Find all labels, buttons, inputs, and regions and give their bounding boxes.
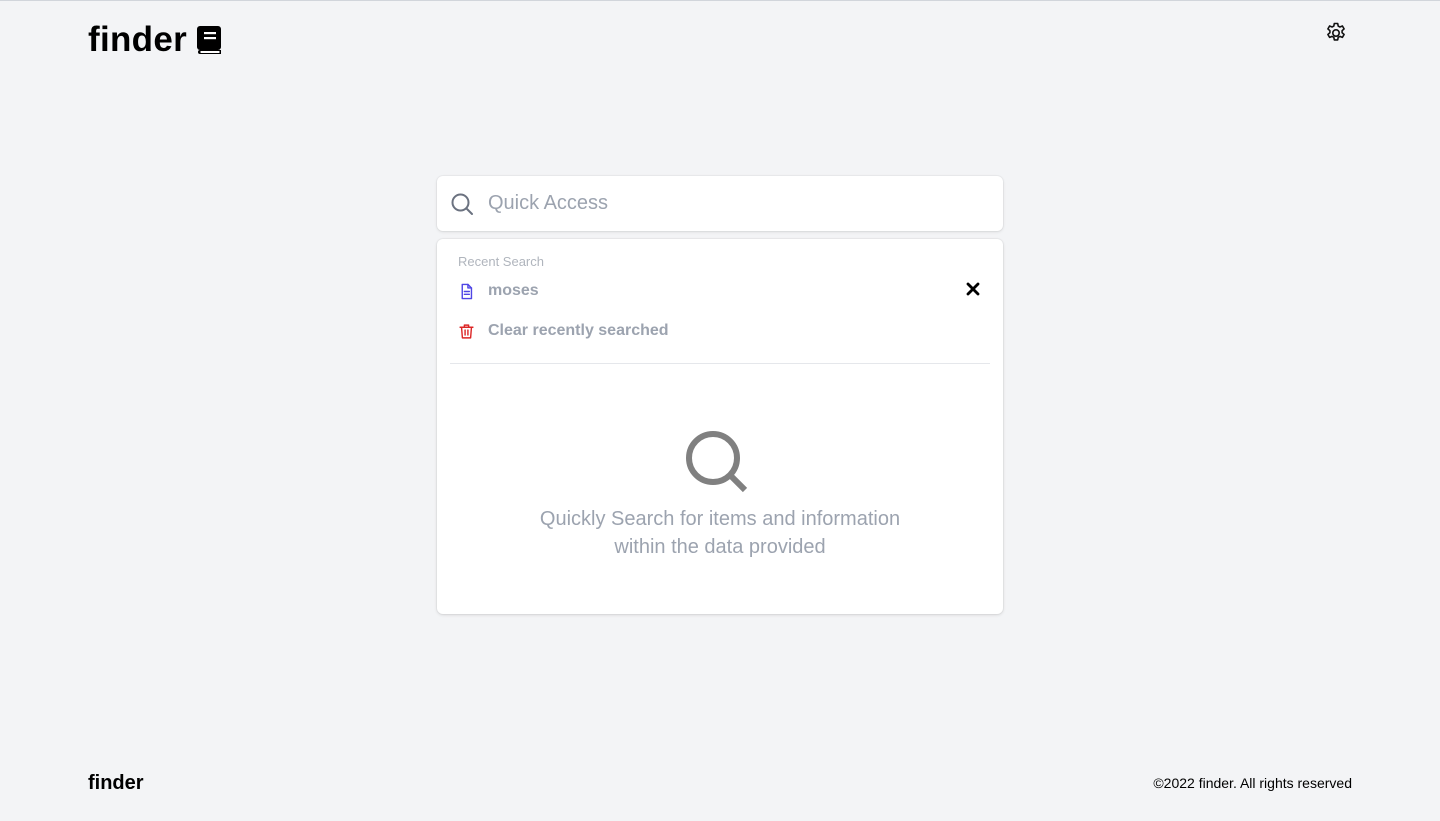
- trash-icon: [458, 323, 475, 340]
- remove-recent-button[interactable]: [964, 282, 982, 300]
- quick-access-search[interactable]: [437, 176, 1003, 231]
- settings-button[interactable]: [1324, 21, 1348, 50]
- empty-state-line-2: within the data provided: [614, 536, 826, 558]
- book-icon: [195, 24, 223, 56]
- page-footer: finder ©2022 finder. All rights reserved: [88, 769, 1352, 797]
- top-header: finder: [88, 15, 1352, 63]
- empty-state-message: Quickly Search for items and information…: [437, 505, 1003, 561]
- recent-search-label: moses: [488, 282, 539, 299]
- search-icon: [450, 192, 474, 216]
- copyright-text: ©2022 finder. All rights reserved: [1153, 775, 1352, 791]
- search-input[interactable]: [488, 192, 988, 215]
- search-dropdown: Recent Search moses Clear recently searc…: [437, 239, 1003, 614]
- clear-recent-label: Clear recently searched: [488, 322, 669, 339]
- footer-brand[interactable]: finder: [88, 772, 144, 795]
- brand-logo[interactable]: finder: [88, 22, 223, 57]
- search-icon: [685, 430, 749, 494]
- recent-search-heading: Recent Search: [458, 254, 544, 269]
- gear-icon: [1324, 21, 1348, 50]
- recent-search-item[interactable]: moses: [458, 278, 982, 304]
- document-icon: [458, 283, 475, 300]
- clear-recent-button[interactable]: Clear recently searched: [458, 318, 982, 344]
- brand-name: finder: [88, 19, 188, 59]
- empty-state-line-1: Quickly Search for items and information: [539, 508, 901, 530]
- close-icon: [966, 282, 980, 301]
- divider: [450, 363, 990, 364]
